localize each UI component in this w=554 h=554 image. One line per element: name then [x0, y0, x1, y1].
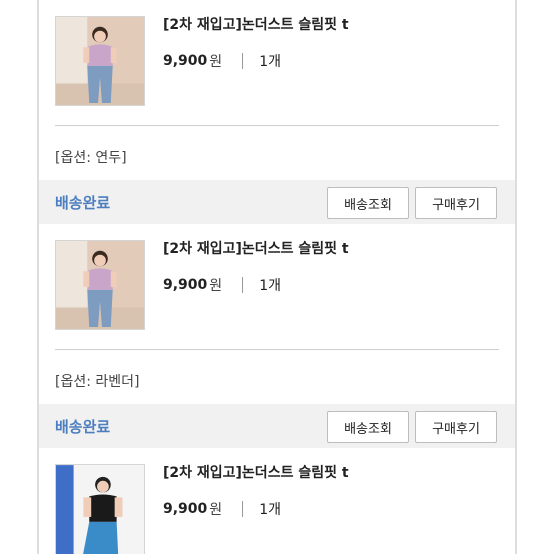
- product-photo-black: [56, 465, 144, 554]
- product-price: 9,900: [163, 53, 208, 69]
- product-option: [옵션: 라벤더]: [55, 374, 140, 390]
- product-thumbnail[interactable]: [55, 240, 145, 330]
- currency-unit: 원: [209, 54, 223, 70]
- product-name[interactable]: [2차 재입고]논더스트 슬림핏 t: [163, 14, 349, 34]
- product-price: 9,900: [163, 277, 208, 293]
- product-quantity: 1개: [259, 502, 281, 518]
- meta-separator: [242, 277, 244, 293]
- meta-separator: [242, 53, 244, 69]
- product-thumbnail[interactable]: [55, 464, 145, 554]
- order-status-bar: 배송완료 배송조회 구매후기: [39, 404, 515, 448]
- product-thumbnail[interactable]: [55, 16, 145, 106]
- write-review-button[interactable]: 구매후기: [415, 187, 497, 219]
- product-name[interactable]: [2차 재입고]논더스트 슬림핏 t: [163, 462, 349, 482]
- delivery-status: 배송완료: [55, 418, 111, 436]
- product-photo-lavender: [56, 17, 144, 105]
- product-option: [옵션: 연두]: [55, 150, 127, 166]
- list-border-left: [37, 0, 39, 554]
- product-quantity: 1개: [259, 278, 281, 294]
- list-border-right: [515, 0, 517, 554]
- currency-unit: 원: [209, 502, 223, 518]
- price-quantity: 9,900 원 1개: [163, 275, 281, 295]
- divider: [55, 349, 499, 350]
- product-row[interactable]: [2차 재입고]논더스트 슬림핏 t 9,900 원 1개: [55, 14, 515, 106]
- order-status-bar: 배송완료 배송조회 구매후기: [39, 180, 515, 224]
- product-row[interactable]: [2차 재입고]논더스트 슬림핏 t 9,900 원 1개: [55, 238, 515, 330]
- track-shipping-button[interactable]: 배송조회: [327, 411, 409, 443]
- product-name[interactable]: [2차 재입고]논더스트 슬림핏 t: [163, 238, 349, 258]
- price-quantity: 9,900 원 1개: [163, 499, 281, 519]
- write-review-button[interactable]: 구매후기: [415, 411, 497, 443]
- divider: [55, 125, 499, 126]
- currency-unit: 원: [209, 278, 223, 294]
- price-quantity: 9,900 원 1개: [163, 51, 281, 71]
- order-list: [2차 재입고]논더스트 슬림핏 t 9,900 원 1개 [옵션: 연두] 배…: [0, 0, 554, 554]
- meta-separator: [242, 501, 244, 517]
- product-row[interactable]: [2차 재입고]논더스트 슬림핏 t 9,900 원 1개: [55, 462, 515, 554]
- delivery-status: 배송완료: [55, 194, 111, 212]
- product-photo-lavender: [56, 241, 144, 329]
- track-shipping-button[interactable]: 배송조회: [327, 187, 409, 219]
- product-price: 9,900: [163, 501, 208, 517]
- product-quantity: 1개: [259, 54, 281, 70]
